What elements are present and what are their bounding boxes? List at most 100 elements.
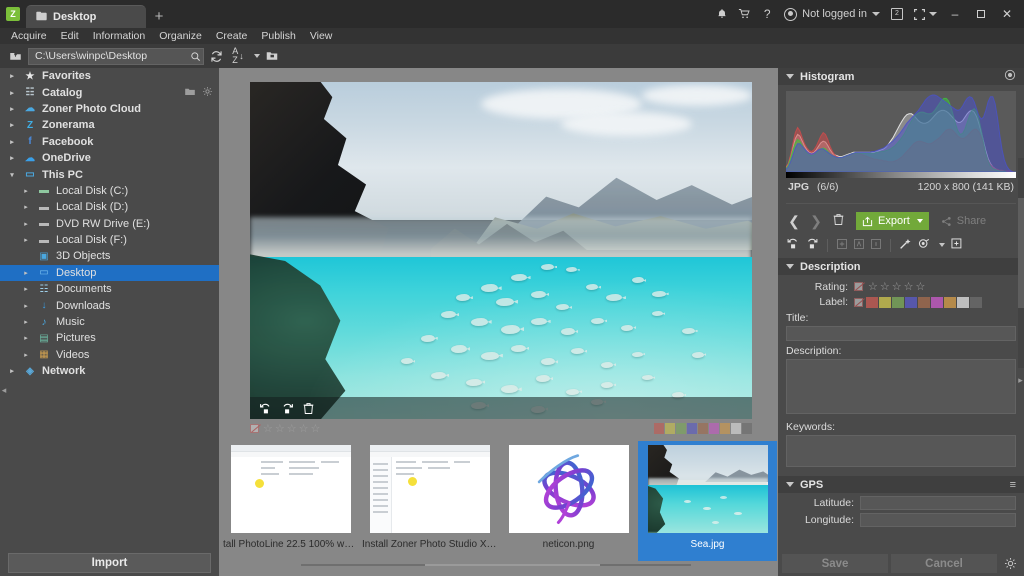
- gear-icon[interactable]: [202, 86, 213, 100]
- chevron-right-icon[interactable]: ▸: [20, 318, 32, 326]
- tab-desktop[interactable]: 🖿 Desktop: [26, 5, 146, 28]
- sidebar-item-zonerama[interactable]: ▸ Z Zonerama: [0, 117, 219, 133]
- sidebar-item-desktop[interactable]: ▸ ▭ Desktop: [0, 264, 219, 282]
- wand-icon[interactable]: [899, 237, 912, 253]
- preview-label-colors[interactable]: [654, 422, 752, 434]
- rating-star[interactable]: ☆: [868, 281, 878, 293]
- menu-organize[interactable]: Organize: [152, 28, 209, 44]
- sidebar-collapse-handle[interactable]: ◂: [0, 378, 8, 402]
- gear-icon[interactable]: [1004, 69, 1016, 84]
- chevron-down-icon[interactable]: [939, 243, 945, 247]
- delete-image-button[interactable]: [830, 213, 846, 229]
- batch-icon[interactable]: [950, 237, 963, 253]
- label-color-swatch[interactable]: [957, 296, 969, 308]
- label-color-swatch[interactable]: [676, 422, 686, 434]
- panel-collapse-handle[interactable]: ▸: [1017, 368, 1024, 392]
- chevron-right-icon[interactable]: ▸: [20, 220, 32, 228]
- menu-create[interactable]: Create: [209, 28, 255, 44]
- chevron-right-icon[interactable]: ▸: [20, 203, 32, 211]
- prev-image-button[interactable]: ❮: [786, 213, 802, 230]
- label-color-swatch[interactable]: [731, 422, 741, 434]
- label-color-swatch[interactable]: [698, 422, 708, 434]
- rating-star[interactable]: ☆: [299, 423, 309, 435]
- chevron-right-icon[interactable]: ▸: [20, 302, 32, 310]
- chevron-right-icon[interactable]: ▸: [6, 367, 18, 375]
- folder-tree-sidebar[interactable]: ▸ ★ Favorites ▸ ☷ Catalog ▸ ☁ Zoner Photo Cloud ▸…: [0, 68, 219, 549]
- sidebar-item-pictures[interactable]: ▸ ▤ Pictures: [0, 330, 219, 346]
- save-button[interactable]: Save: [782, 554, 888, 573]
- help-icon[interactable]: ?: [756, 0, 778, 28]
- rating-star[interactable]: ☆: [287, 423, 297, 435]
- chevron-right-icon[interactable]: ▸: [6, 154, 18, 162]
- sidebar-item-facebook[interactable]: ▸ f Facebook: [0, 134, 219, 150]
- chevron-down-icon[interactable]: ▾: [6, 171, 18, 179]
- label-color-swatch[interactable]: [709, 422, 719, 434]
- refresh-icon[interactable]: [206, 46, 226, 66]
- rating-star[interactable]: ☆: [904, 281, 914, 293]
- menu-information[interactable]: Information: [86, 28, 153, 44]
- list-item[interactable]: Sea.jpg: [638, 441, 777, 561]
- histogram-chart[interactable]: [786, 91, 1016, 172]
- rotate-right-icon[interactable]: [805, 237, 819, 253]
- sidebar-item-music[interactable]: ▸ ♪ Music: [0, 314, 219, 330]
- label-color-swatch[interactable]: [866, 296, 878, 308]
- label-color-swatch[interactable]: [742, 422, 752, 434]
- list-item[interactable]: tall PhotoLine 22.5 100% work...: [221, 441, 360, 561]
- sort-icon[interactable]: A Z ↓: [228, 46, 248, 66]
- screen-selector-icon[interactable]: 2: [886, 0, 908, 28]
- rotate-left-icon[interactable]: [786, 237, 800, 253]
- chevron-right-icon[interactable]: ▸: [20, 187, 32, 195]
- sidebar-item-local-disk-c[interactable]: ▸ ▬ Local Disk (C:): [0, 183, 219, 199]
- menu-publish[interactable]: Publish: [254, 28, 302, 44]
- sidebar-item-videos[interactable]: ▸ ▦ Videos: [0, 347, 219, 363]
- list-item[interactable]: neticon.png: [499, 441, 638, 561]
- chevron-right-icon[interactable]: ▸: [20, 285, 32, 293]
- maximize-button[interactable]: [968, 0, 994, 28]
- close-button[interactable]: ✕: [994, 0, 1020, 28]
- sidebar-item-favorites[interactable]: ▸ ★ Favorites: [0, 68, 219, 84]
- cancel-button[interactable]: Cancel: [891, 554, 997, 573]
- rating-star[interactable]: ☆: [275, 423, 285, 435]
- address-input[interactable]: [29, 50, 187, 62]
- chevron-right-icon[interactable]: ▸: [6, 89, 18, 97]
- sidebar-item-local-disk-d[interactable]: ▸ ▬ Local Disk (D:): [0, 199, 219, 215]
- label-color-swatch[interactable]: [944, 296, 956, 308]
- sort-dropdown-icon[interactable]: [250, 46, 260, 66]
- label-color-swatch[interactable]: [892, 296, 904, 308]
- sidebar-item-catalog[interactable]: ▸ ☷ Catalog: [0, 84, 219, 100]
- address-bar[interactable]: [28, 47, 204, 65]
- panel-scrollbar[interactable]: [1018, 158, 1024, 368]
- go-up-button[interactable]: [4, 47, 26, 65]
- chevron-right-icon[interactable]: ▸: [20, 334, 32, 342]
- gps-header[interactable]: GPS ≡: [778, 476, 1024, 493]
- chevron-right-icon[interactable]: ▸: [6, 138, 18, 146]
- menu-acquire[interactable]: Acquire: [4, 28, 54, 44]
- latitude-input[interactable]: [860, 496, 1016, 510]
- chevron-right-icon[interactable]: ▸: [6, 105, 18, 113]
- sidebar-item-dvd-rw-drive-e[interactable]: ▸ ▬ DVD RW Drive (E:): [0, 216, 219, 232]
- label-color-swatch[interactable]: [905, 296, 917, 308]
- rating-star[interactable]: ☆: [892, 281, 902, 293]
- label-color-swatch[interactable]: [931, 296, 943, 308]
- label-color-swatch[interactable]: [918, 296, 930, 308]
- label-color-swatches[interactable]: [854, 296, 982, 308]
- no-rating-icon[interactable]: [854, 282, 863, 291]
- chevron-right-icon[interactable]: ▸: [20, 269, 32, 277]
- label-color-swatch[interactable]: [654, 422, 664, 434]
- rating-star[interactable]: ☆: [880, 281, 890, 293]
- label-color-swatch[interactable]: [720, 422, 730, 434]
- sidebar-item-network[interactable]: ▸ ◈ Network: [0, 363, 219, 379]
- sidebar-item-onedrive[interactable]: ▸ ☁ OneDrive: [0, 150, 219, 166]
- keywords-input[interactable]: [786, 435, 1016, 467]
- list-item[interactable]: Install Zoner Photo Studio X 19 1...: [360, 441, 499, 561]
- label-color-swatch[interactable]: [687, 422, 697, 434]
- import-button[interactable]: Import: [8, 552, 211, 573]
- description-input[interactable]: [786, 359, 1016, 414]
- bell-icon[interactable]: [711, 0, 733, 28]
- delete-icon[interactable]: [303, 402, 314, 415]
- rating-star[interactable]: ☆: [916, 281, 926, 293]
- preview-image[interactable]: [250, 82, 752, 419]
- account-menu[interactable]: Not logged in: [778, 7, 886, 21]
- next-image-button[interactable]: ❯: [808, 213, 824, 230]
- search-icon[interactable]: [187, 48, 203, 65]
